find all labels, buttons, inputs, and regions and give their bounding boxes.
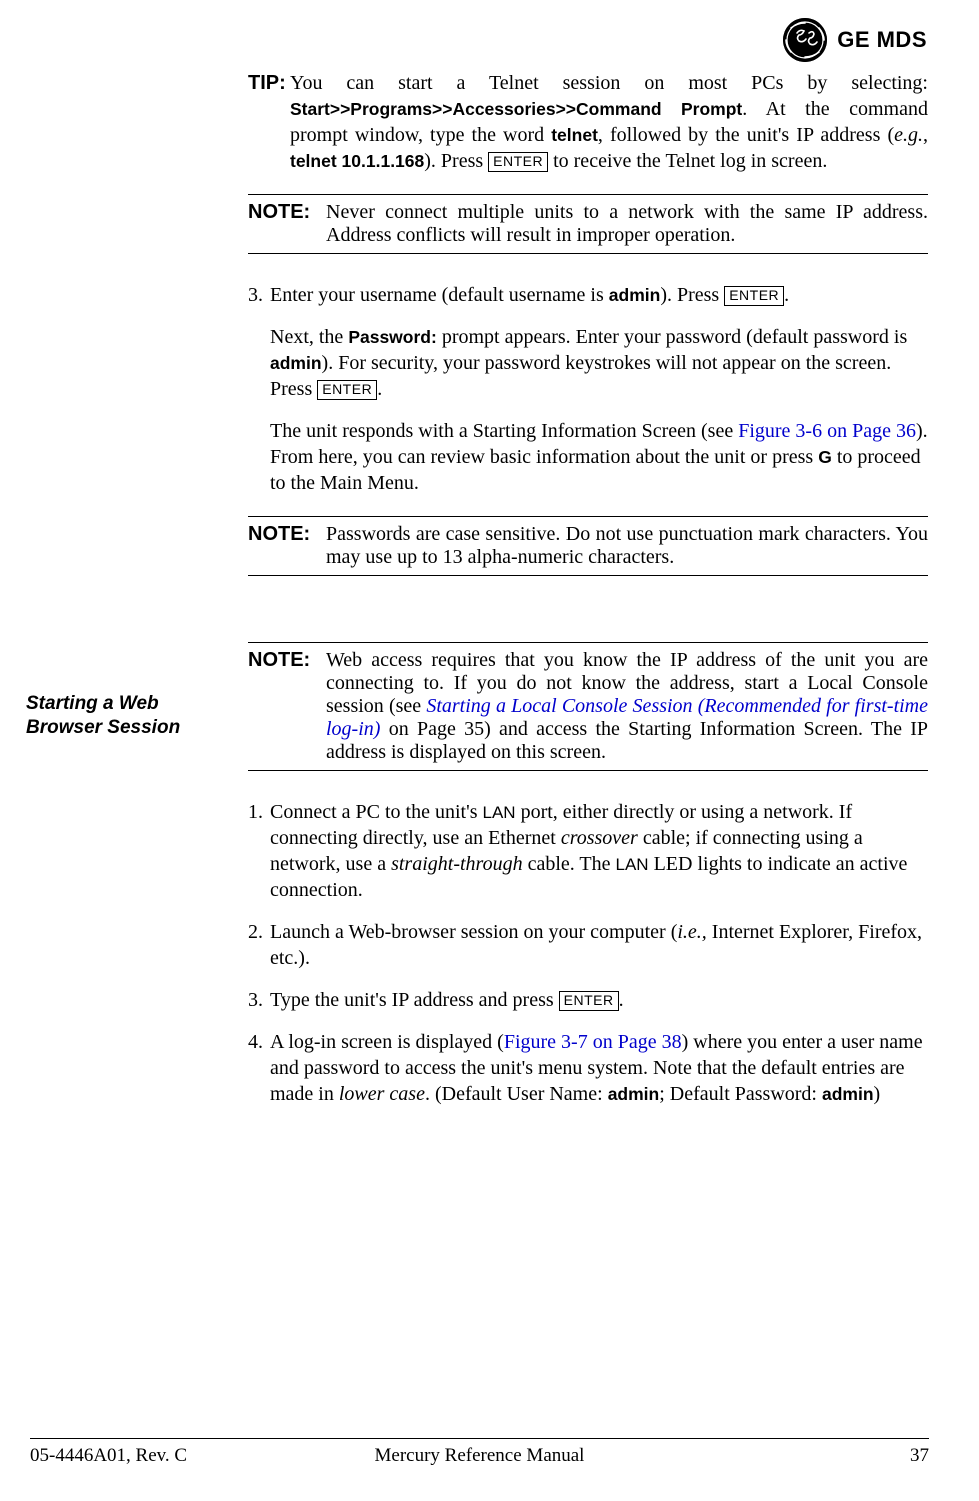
- text: Connect a PC to the unit's: [270, 801, 482, 823]
- note-block-1: NOTE: Never connect multiple units to a …: [248, 194, 928, 254]
- header-logo: GE MDS: [783, 18, 927, 62]
- step-body: A log-in screen is displayed (Figure 3-7…: [270, 1029, 928, 1107]
- note-text: Web access requires that you know the IP…: [326, 649, 928, 764]
- note-label: NOTE:: [248, 649, 326, 764]
- lan-text: LAN: [616, 855, 649, 874]
- sidehead-web-browser: Starting a Web Browser Session: [26, 692, 226, 740]
- text: .: [784, 284, 789, 306]
- g-key: G: [818, 447, 832, 467]
- text: .: [619, 989, 624, 1011]
- text: Type the unit's IP address and press: [270, 989, 559, 1011]
- enter-key-icon: ENTER: [724, 286, 784, 306]
- text: ,: [923, 124, 928, 146]
- step-3: 3. Enter your username (default username…: [248, 282, 928, 308]
- password-label: Password:: [348, 327, 437, 347]
- tip-label: TIP:: [248, 72, 286, 94]
- brand-text: GE MDS: [837, 27, 927, 53]
- note-label: NOTE:: [248, 523, 326, 569]
- password-para: Next, the Password: prompt appears. Ente…: [270, 324, 928, 402]
- web-step-4: 4. A log-in screen is displayed (Figure …: [248, 1029, 928, 1107]
- text: to receive the Telnet log in screen.: [548, 150, 827, 172]
- text: ): [874, 1083, 881, 1105]
- enter-key-icon: ENTER: [488, 152, 548, 172]
- web-step-1: 1. Connect a PC to the unit's LAN port, …: [248, 799, 928, 903]
- straight-through-text: straight-through: [391, 853, 523, 875]
- step-body: Enter your username (default username is…: [270, 282, 928, 308]
- step-num: 1.: [248, 799, 270, 825]
- text: The unit responds with a Starting Inform…: [270, 420, 738, 442]
- text: ). Press: [660, 284, 724, 306]
- enter-key-icon: ENTER: [317, 380, 377, 400]
- web-step-2: 2. Launch a Web-browser session on your …: [248, 919, 928, 971]
- text: cable. The: [523, 853, 616, 875]
- crossover-text: crossover: [561, 827, 638, 849]
- text: .: [377, 378, 382, 400]
- step-num: 3.: [248, 282, 270, 308]
- step-body: Connect a PC to the unit's LAN port, eit…: [270, 799, 928, 903]
- admin-text: admin: [609, 285, 661, 305]
- enter-key-icon: ENTER: [559, 991, 619, 1011]
- text: on Page 35) and access the Starting Info…: [326, 718, 928, 763]
- telnet-example: telnet 10.1.1.168: [290, 151, 424, 171]
- ie-text: i.e.,: [677, 921, 706, 943]
- text: Enter your username (default username is: [270, 284, 609, 306]
- telnet-word: telnet: [551, 125, 598, 145]
- text: A log-in screen is displayed (: [270, 1031, 504, 1053]
- text: prompt appears. Enter your password (def…: [437, 326, 907, 348]
- text: ). Press: [424, 150, 488, 172]
- step-num: 3.: [248, 987, 270, 1013]
- menu-path: Start>>Programs>>Accessories>>Command Pr…: [290, 99, 742, 119]
- text: You can start a Telnet session on most P…: [290, 72, 928, 94]
- note-block-3: NOTE: Web access requires that you know …: [248, 642, 928, 771]
- text: , followed by the unit's IP address (: [598, 124, 894, 146]
- tip-block: TIP: You can start a Telnet session on m…: [248, 70, 928, 174]
- text: Launch a Web-browser session on your com…: [270, 921, 677, 943]
- step-body: Launch a Web-browser session on your com…: [270, 919, 928, 971]
- step-num: 2.: [248, 919, 270, 945]
- step-num: 4.: [248, 1029, 270, 1055]
- text: . (Default User Name:: [425, 1083, 608, 1105]
- note-label: NOTE:: [248, 201, 326, 247]
- note-text: Passwords are case sensitive. Do not use…: [326, 523, 928, 569]
- figure-link[interactable]: Figure 3-7 on Page 38: [504, 1031, 682, 1053]
- tip-body: You can start a Telnet session on most P…: [290, 70, 928, 174]
- lowercase-text: lower case: [339, 1083, 425, 1105]
- footer-title: Mercury Reference Manual: [30, 1445, 929, 1467]
- lan-text: LAN: [482, 803, 515, 822]
- figure-link[interactable]: Figure 3-6 on Page 36: [738, 420, 916, 442]
- note-text: Never connect multiple units to a networ…: [326, 201, 928, 247]
- response-para: The unit responds with a Starting Inform…: [270, 418, 928, 496]
- admin-text: admin: [608, 1084, 660, 1104]
- text: ; Default Password:: [659, 1083, 822, 1105]
- admin-text: admin: [822, 1084, 874, 1104]
- admin-text: admin: [270, 353, 322, 373]
- note-block-2: NOTE: Passwords are case sensitive. Do n…: [248, 516, 928, 576]
- ge-logo-icon: [783, 18, 827, 62]
- step-body: Type the unit's IP address and press ENT…: [270, 987, 928, 1013]
- page-footer: 05-4446A01, Rev. C Mercury Reference Man…: [30, 1438, 929, 1467]
- web-step-3: 3. Type the unit's IP address and press …: [248, 987, 928, 1013]
- text: Next, the: [270, 326, 348, 348]
- eg: e.g.: [894, 124, 923, 146]
- main-content: TIP: You can start a Telnet session on m…: [248, 22, 928, 1107]
